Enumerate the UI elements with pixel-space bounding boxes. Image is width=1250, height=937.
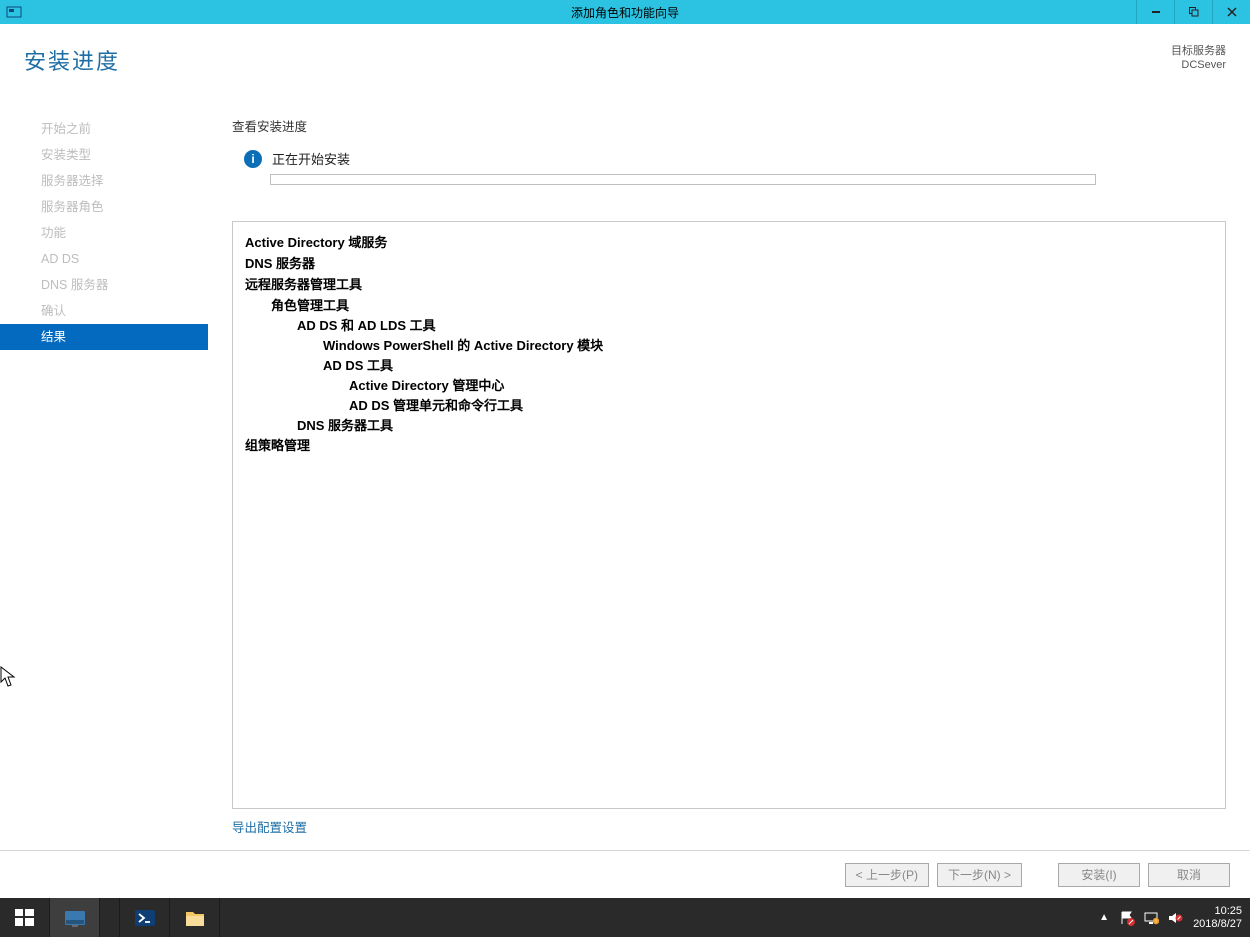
result-ps-ad-module: Windows PowerShell 的 Active Directory 模块 bbox=[323, 335, 1213, 354]
svg-text:!: ! bbox=[1155, 919, 1156, 925]
tray-date: 2018/8/27 bbox=[1193, 918, 1242, 931]
cancel-button[interactable]: 取消 bbox=[1148, 863, 1230, 887]
network-icon[interactable]: ! bbox=[1143, 910, 1159, 926]
install-results-box: Active Directory 域服务 DNS 服务器 远程服务器管理工具 角… bbox=[232, 221, 1226, 809]
target-server-name: DCSever bbox=[1171, 58, 1226, 72]
target-server-box: 目标服务器 DCSever bbox=[1171, 44, 1226, 72]
result-dns-server-tools: DNS 服务器工具 bbox=[297, 415, 1213, 434]
result-adds-snapins: AD DS 管理单元和命令行工具 bbox=[349, 395, 1213, 414]
export-config-link[interactable]: 导出配置设置 bbox=[232, 817, 307, 836]
step-before-you-begin: 开始之前 bbox=[0, 116, 208, 142]
powershell-taskbar-icon[interactable] bbox=[120, 898, 170, 937]
minimize-button[interactable] bbox=[1136, 0, 1174, 24]
result-role-admin-tools: 角色管理工具 bbox=[271, 295, 1213, 314]
page-title: 安装进度 bbox=[24, 44, 120, 76]
tray-chevron-icon[interactable]: ▲ bbox=[1099, 912, 1109, 923]
status-row: i 正在开始安装 bbox=[244, 149, 1226, 168]
progress-bar bbox=[270, 174, 1096, 185]
wizard-header: 安装进度 目标服务器 DCSever bbox=[0, 24, 1250, 98]
step-install-type: 安装类型 bbox=[0, 142, 208, 168]
status-text: 正在开始安装 bbox=[272, 149, 350, 168]
result-dns-server: DNS 服务器 bbox=[245, 253, 1213, 272]
result-group-policy-mgmt: 组策略管理 bbox=[245, 435, 1213, 454]
wizard-button-bar: < 上一步(P) 下一步(N) > 安装(I) 取消 bbox=[0, 850, 1250, 898]
wizard-sidebar: 开始之前 安装类型 服务器选择 服务器角色 功能 AD DS DNS 服务器 确… bbox=[0, 98, 208, 850]
tray-icons: ! bbox=[1119, 910, 1183, 926]
result-adds-adlds-tools: AD DS 和 AD LDS 工具 bbox=[297, 315, 1213, 334]
window-controls bbox=[1136, 0, 1250, 24]
step-ad-ds: AD DS bbox=[0, 246, 208, 272]
wizard-content: 查看安装进度 i 正在开始安装 Active Directory 域服务 DNS… bbox=[208, 98, 1250, 850]
result-ad-admin-center: Active Directory 管理中心 bbox=[349, 375, 1213, 394]
window-title: 添加角色和功能向导 bbox=[571, 4, 679, 21]
tray-clock[interactable]: 10:25 2018/8/27 bbox=[1193, 905, 1242, 931]
system-tray: ▲ ! 10:25 2018/8/27 bbox=[1099, 898, 1250, 937]
app-icon bbox=[4, 2, 24, 22]
title-bar: 添加角色和功能向导 bbox=[0, 0, 1250, 24]
tray-time: 10:25 bbox=[1193, 905, 1242, 918]
step-server-roles: 服务器角色 bbox=[0, 194, 208, 220]
start-button[interactable] bbox=[0, 898, 50, 937]
wizard-body: 开始之前 安装类型 服务器选择 服务器角色 功能 AD DS DNS 服务器 确… bbox=[0, 98, 1250, 850]
step-features: 功能 bbox=[0, 220, 208, 246]
result-remote-admin-tools: 远程服务器管理工具 bbox=[245, 274, 1213, 293]
result-adds-tools: AD DS 工具 bbox=[323, 355, 1213, 374]
volume-icon[interactable] bbox=[1167, 910, 1183, 926]
install-button[interactable]: 安装(I) bbox=[1058, 863, 1140, 887]
close-button[interactable] bbox=[1212, 0, 1250, 24]
step-confirmation: 确认 bbox=[0, 298, 208, 324]
flag-icon[interactable] bbox=[1119, 910, 1135, 926]
taskbar: ▲ ! 10:25 2018/8/27 bbox=[0, 898, 1250, 937]
explorer-taskbar-icon[interactable] bbox=[170, 898, 220, 937]
next-button[interactable]: 下一步(N) > bbox=[937, 863, 1022, 887]
progress-section-label: 查看安装进度 bbox=[232, 116, 1226, 135]
info-icon: i bbox=[244, 150, 262, 168]
step-server-selection: 服务器选择 bbox=[0, 168, 208, 194]
prev-button[interactable]: < 上一步(P) bbox=[845, 863, 929, 887]
step-dns-server: DNS 服务器 bbox=[0, 272, 208, 298]
maximize-button[interactable] bbox=[1174, 0, 1212, 24]
server-manager-taskbar-icon[interactable] bbox=[50, 898, 100, 937]
result-ad-ds-domain-services: Active Directory 域服务 bbox=[245, 232, 1213, 251]
target-server-label: 目标服务器 bbox=[1171, 44, 1226, 58]
taskbar-divider bbox=[100, 898, 120, 937]
step-results: 结果 bbox=[0, 324, 208, 350]
